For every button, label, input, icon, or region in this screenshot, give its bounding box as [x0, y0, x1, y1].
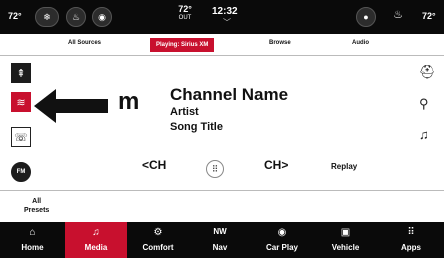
- clock: 12:32: [212, 6, 238, 17]
- tab-playing-siriusxm[interactable]: Playing: Sirius XM: [150, 38, 215, 52]
- alert-bell-icon[interactable]: ♫: [419, 127, 429, 142]
- nav-comfort[interactable]: ⚙ Comfort: [127, 222, 189, 258]
- nav-comfort-label: Comfort: [142, 243, 174, 252]
- driver-temperature[interactable]: 72°: [8, 11, 22, 21]
- all-presets-button[interactable]: All Presets: [24, 197, 49, 215]
- compass-icon: NW: [213, 227, 227, 236]
- divider: [0, 190, 444, 191]
- nav-carplay-label: Car Play: [265, 243, 299, 252]
- presets-line2: Presets: [24, 207, 50, 214]
- comfort-icon: ⚙: [153, 227, 163, 238]
- heated-seat-icon[interactable]: ♨: [66, 7, 86, 27]
- bottom-nav: ⌂ Home ♫ Media ⚙ Comfort NW Nav ◉ Car Pl…: [0, 222, 444, 258]
- nav-media[interactable]: ♫ Media: [65, 222, 127, 258]
- pointer-arrow-icon: [34, 89, 108, 123]
- nav-apps[interactable]: ⠿ Apps: [378, 222, 444, 258]
- outside-temp-value: 72°: [178, 4, 192, 14]
- microphone-icon[interactable]: ●: [356, 7, 376, 27]
- siriusxm-icon[interactable]: ≋: [11, 92, 31, 112]
- nav-nav[interactable]: NW Nav: [189, 222, 251, 258]
- nav-vehicle-label: Vehicle: [331, 243, 360, 252]
- tab-audio[interactable]: Audio: [352, 40, 369, 46]
- nav-apps-label: Apps: [401, 243, 421, 252]
- music-note-icon: ♫: [92, 227, 100, 238]
- artist-name: Artist: [170, 106, 199, 118]
- search-icon[interactable]: ⚲: [419, 96, 429, 112]
- nav-home-label: Home: [21, 243, 44, 252]
- nav-media-label: Media: [84, 243, 108, 252]
- nav-vehicle[interactable]: ▣ Vehicle: [313, 222, 378, 258]
- replay-button[interactable]: Replay: [331, 162, 357, 171]
- passenger-seat-icon[interactable]: ♨: [389, 8, 407, 26]
- source-tabs: All Sources Playing: Sirius XM Browse Au…: [0, 34, 444, 56]
- climate-fan-icon[interactable]: ❄: [35, 7, 59, 27]
- channel-previous-button[interactable]: <CH: [142, 158, 166, 172]
- tab-browse[interactable]: Browse: [269, 40, 291, 46]
- outside-label: OUT: [178, 15, 192, 21]
- apps-grid-icon: ⠿: [407, 227, 415, 238]
- home-icon: ⌂: [29, 227, 36, 238]
- passenger-temperature[interactable]: 72°: [422, 11, 436, 21]
- channel-name: Channel Name: [170, 85, 289, 104]
- ch-prev-label: CH: [149, 158, 167, 172]
- heated-wheel-icon[interactable]: ◉: [92, 7, 112, 27]
- usb-icon[interactable]: ⇞: [11, 63, 31, 83]
- status-bar: 72° ❄ ♨ ◉ 72° OUT 12:32 ﹀ ● ♨ 72°: [0, 0, 444, 34]
- channel-next-button[interactable]: CH>: [264, 158, 288, 172]
- carplay-icon: ◉: [277, 227, 287, 238]
- tab-all-sources[interactable]: All Sources: [68, 40, 101, 46]
- nav-carplay[interactable]: ◉ Car Play: [251, 222, 313, 258]
- presets-line1: All: [32, 198, 42, 205]
- favorite-icon[interactable]: ⛑: [419, 64, 436, 80]
- channel-grid-icon[interactable]: ⠿: [206, 160, 224, 178]
- channel-logo: m: [118, 88, 140, 115]
- fm-radio-icon[interactable]: FM: [11, 162, 31, 182]
- song-title: Song Title: [170, 121, 223, 133]
- vehicle-icon: ▣: [340, 227, 351, 238]
- nav-nav-label: Nav: [212, 243, 228, 252]
- outside-temperature: 72° OUT: [170, 4, 200, 21]
- chevron-down-icon[interactable]: ﹀: [223, 17, 231, 28]
- phone-audio-icon[interactable]: ☏: [11, 127, 31, 147]
- nav-home[interactable]: ⌂ Home: [0, 222, 65, 258]
- ch-next-label: CH: [264, 158, 282, 172]
